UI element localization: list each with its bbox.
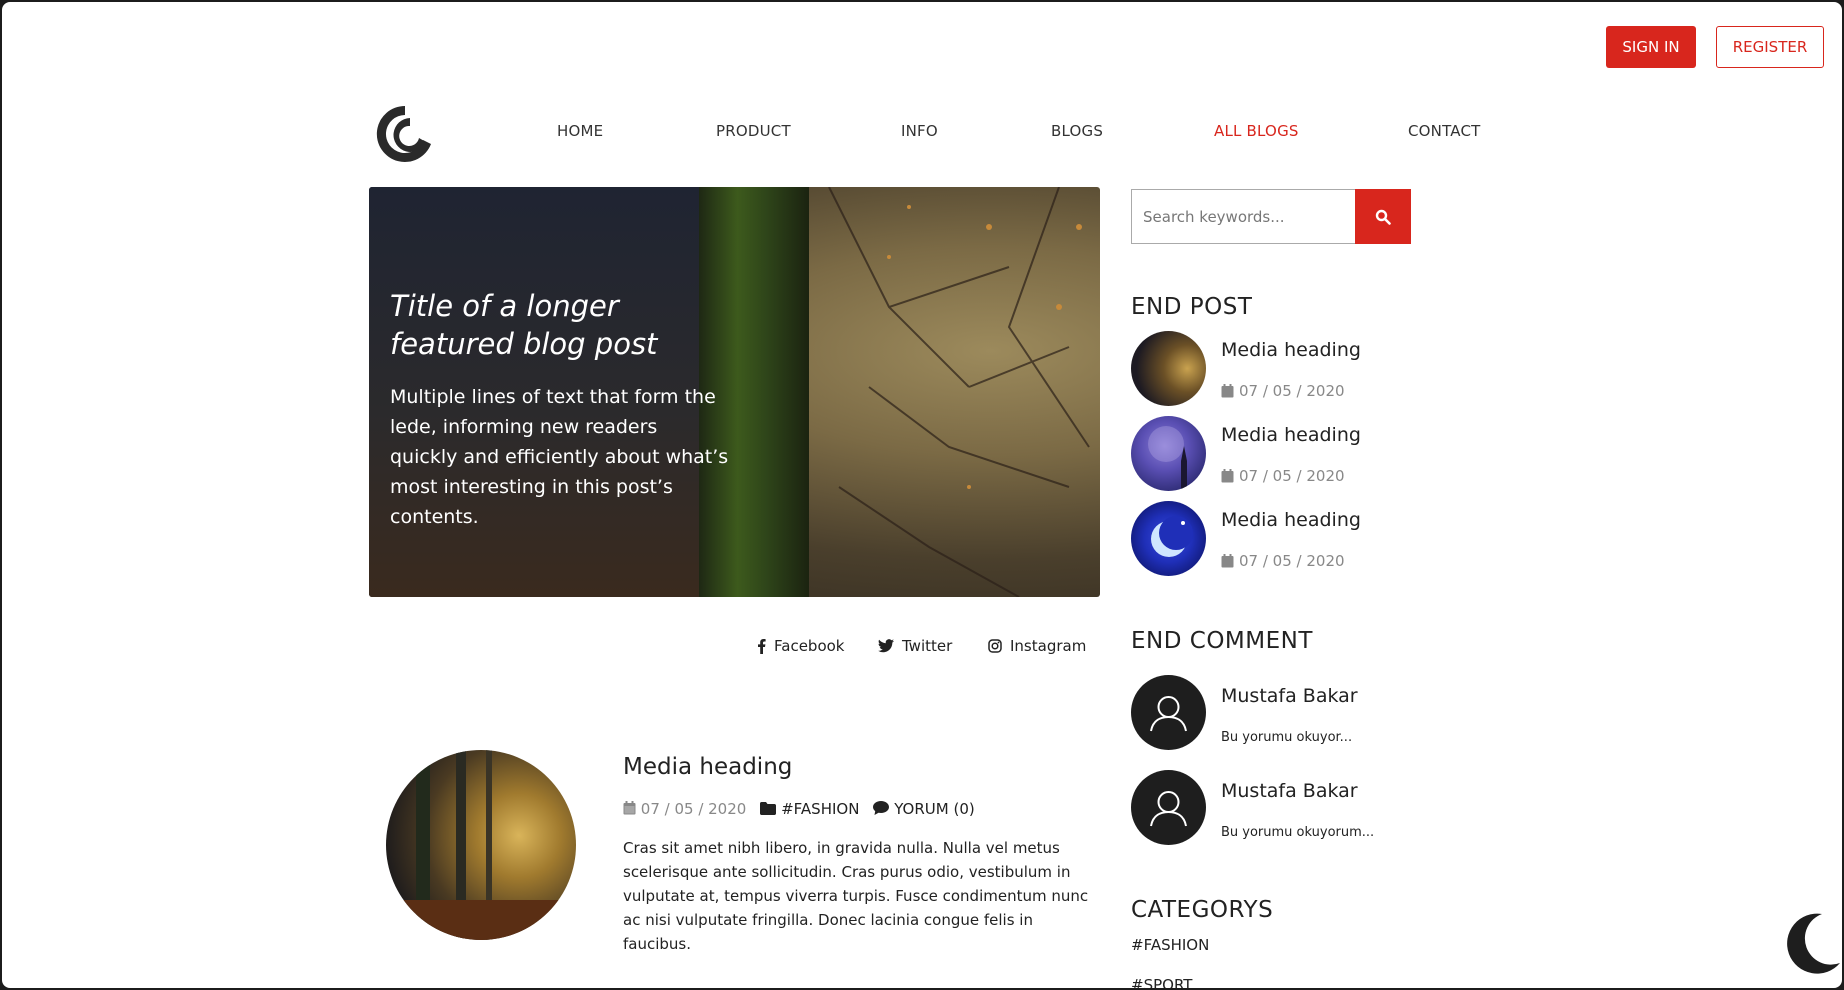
dark-mode-toggle-icon[interactable] bbox=[1778, 911, 1842, 975]
post-comments-text: YORUM (0) bbox=[894, 800, 975, 818]
social-facebook-label: Facebook bbox=[774, 637, 845, 655]
page-frame: SIGN IN REGISTER HOME PRODUCT INFO BLOGS… bbox=[2, 2, 1842, 988]
end-post-date-text: 07 / 05 / 2020 bbox=[1239, 382, 1345, 400]
instagram-icon bbox=[988, 639, 1002, 653]
sign-in-button[interactable]: SIGN IN bbox=[1606, 26, 1696, 68]
hero-title[interactable]: Title of a longer featured blog post bbox=[390, 287, 720, 363]
end-post-heading: END POST bbox=[1131, 294, 1253, 320]
social-facebook[interactable]: Facebook bbox=[757, 637, 844, 655]
category-link[interactable]: #SPORT bbox=[1131, 976, 1192, 988]
folder-icon bbox=[760, 802, 777, 815]
post-comments[interactable]: YORUM (0) bbox=[873, 800, 975, 818]
comment-text: Bu yorumu okuyorum... bbox=[1221, 825, 1375, 840]
end-post-thumbnail[interactable] bbox=[1131, 331, 1206, 406]
end-post-title[interactable]: Media heading bbox=[1221, 339, 1361, 361]
end-post-thumbnail[interactable] bbox=[1131, 416, 1206, 491]
end-post-title[interactable]: Media heading bbox=[1221, 509, 1361, 531]
nav-all-blogs[interactable]: ALL BLOGS bbox=[1214, 122, 1299, 140]
post-date: 07 / 05 / 2020 bbox=[623, 800, 746, 818]
post-title[interactable]: Media heading bbox=[623, 754, 792, 780]
calendar-icon bbox=[1221, 554, 1234, 568]
comment-text: Bu yorumu okuyor... bbox=[1221, 730, 1353, 745]
end-post-date: 07 / 05 / 2020 bbox=[1221, 467, 1345, 485]
post-category-text: #FASHION bbox=[781, 800, 860, 818]
nav-home[interactable]: HOME bbox=[557, 122, 603, 140]
post-meta: 07 / 05 / 2020 #FASHION YORUM (0) bbox=[623, 800, 975, 818]
categories-heading: CATEGORYS bbox=[1131, 897, 1274, 923]
social-twitter-label: Twitter bbox=[902, 637, 953, 655]
user-icon bbox=[1150, 791, 1187, 827]
category-link[interactable]: #FASHION bbox=[1131, 936, 1209, 954]
calendar-icon bbox=[623, 801, 636, 815]
end-post-date: 07 / 05 / 2020 bbox=[1221, 552, 1345, 570]
hero-lede: Multiple lines of text that form the led… bbox=[390, 386, 729, 528]
social-instagram[interactable]: Instagram bbox=[988, 637, 1086, 655]
search-button[interactable] bbox=[1355, 189, 1411, 244]
register-button[interactable]: REGISTER bbox=[1716, 26, 1824, 68]
comment-author[interactable]: Mustafa Bakar bbox=[1221, 685, 1358, 707]
user-icon bbox=[1150, 696, 1187, 732]
end-post-date-text: 07 / 05 / 2020 bbox=[1239, 552, 1345, 570]
end-post-date: 07 / 05 / 2020 bbox=[1221, 382, 1345, 400]
site-logo[interactable] bbox=[374, 102, 436, 166]
nav-product[interactable]: PRODUCT bbox=[716, 122, 791, 140]
post-excerpt: Cras sit amet nibh libero, in gravida nu… bbox=[623, 839, 1089, 953]
facebook-icon bbox=[758, 638, 766, 654]
calendar-icon bbox=[1221, 469, 1234, 483]
comment-icon bbox=[873, 801, 890, 815]
tower-silhouette bbox=[1148, 426, 1187, 491]
social-twitter[interactable]: Twitter bbox=[878, 637, 952, 655]
post-category[interactable]: #FASHION bbox=[760, 800, 859, 818]
user-avatar[interactable] bbox=[1131, 675, 1206, 750]
end-comment-heading: END COMMENT bbox=[1131, 628, 1313, 654]
calendar-icon bbox=[1221, 384, 1234, 398]
nav-contact[interactable]: CONTACT bbox=[1408, 122, 1481, 140]
end-post-title[interactable]: Media heading bbox=[1221, 424, 1361, 446]
twitter-icon bbox=[878, 639, 894, 653]
search-input[interactable] bbox=[1131, 189, 1356, 244]
user-avatar[interactable] bbox=[1131, 770, 1206, 845]
crescent-moon-image bbox=[1151, 516, 1193, 557]
social-instagram-label: Instagram bbox=[1010, 637, 1087, 655]
forest-floor bbox=[386, 900, 576, 940]
post-date-text: 07 / 05 / 2020 bbox=[640, 800, 747, 818]
end-post-date-text: 07 / 05 / 2020 bbox=[1239, 467, 1345, 485]
nav-blogs[interactable]: BLOGS bbox=[1051, 122, 1103, 140]
comment-author[interactable]: Mustafa Bakar bbox=[1221, 780, 1358, 802]
nav-info[interactable]: INFO bbox=[901, 122, 938, 140]
end-post-thumbnail[interactable] bbox=[1131, 501, 1206, 576]
post-thumbnail[interactable] bbox=[386, 750, 576, 940]
search-icon bbox=[1375, 209, 1391, 225]
